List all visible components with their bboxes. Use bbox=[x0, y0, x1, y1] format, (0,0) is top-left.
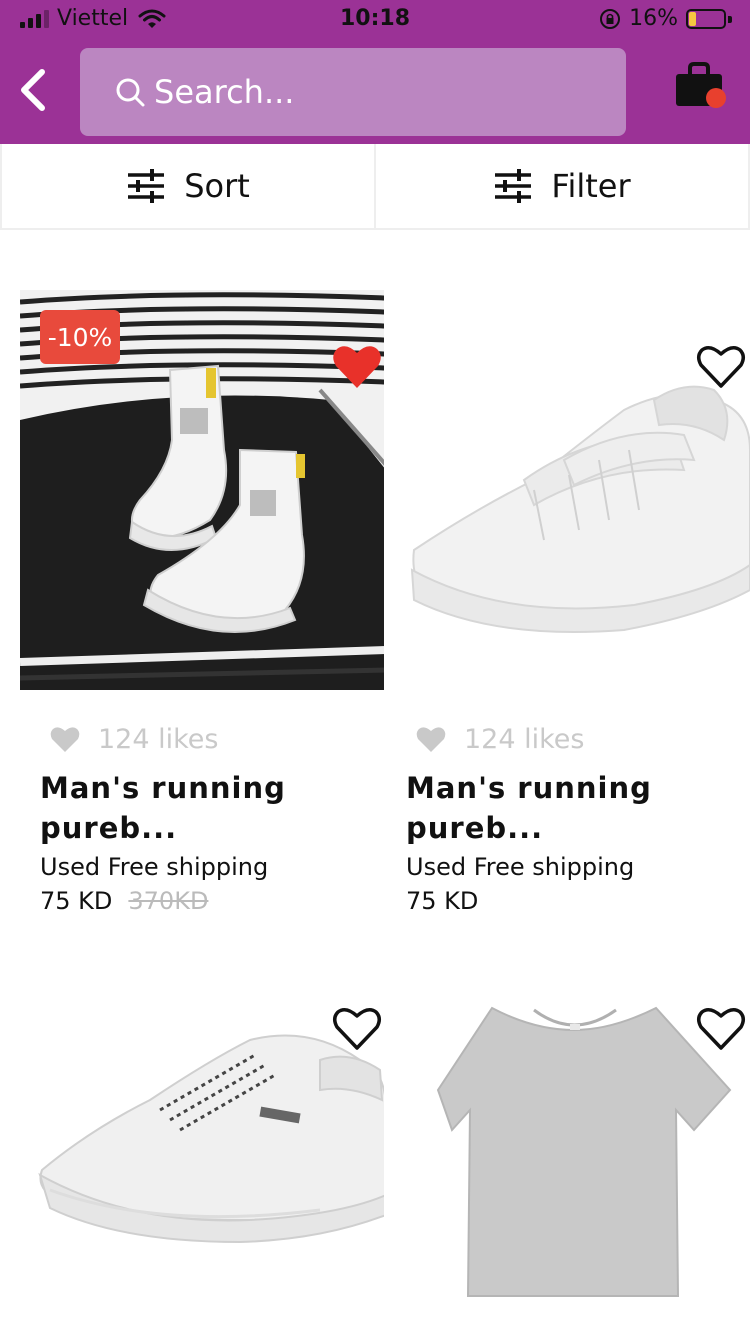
heart-outline-icon bbox=[697, 1008, 745, 1050]
heart-outline-icon bbox=[333, 1008, 381, 1050]
favorite-button[interactable] bbox=[696, 1006, 746, 1052]
product-title[interactable]: Man's running pureb... bbox=[406, 768, 706, 848]
sliders-icon bbox=[495, 169, 532, 203]
chevron-left-icon bbox=[21, 69, 45, 111]
likes-row: 124 likes bbox=[50, 722, 386, 756]
rotation-lock-icon bbox=[600, 8, 621, 29]
favorite-button[interactable] bbox=[332, 344, 382, 390]
likes-count: 124 likes bbox=[98, 723, 219, 755]
filter-label: Filter bbox=[551, 167, 631, 205]
likes-row: 124 likes bbox=[416, 722, 750, 756]
discount-badge: -10% bbox=[40, 310, 120, 364]
sort-label: Sort bbox=[184, 167, 250, 205]
shopping-bag-icon bbox=[676, 62, 726, 108]
original-price: 370KD bbox=[128, 887, 209, 915]
price-row: 75 KD 370KD bbox=[40, 884, 386, 918]
search-bar[interactable] bbox=[80, 48, 626, 136]
battery-icon bbox=[686, 8, 732, 30]
sliders-icon bbox=[128, 169, 165, 203]
current-price: 75 KD bbox=[406, 887, 479, 915]
favorite-button[interactable] bbox=[696, 344, 746, 390]
current-price: 75 KD bbox=[40, 887, 113, 915]
heart-icon bbox=[416, 727, 446, 752]
price-row: 75 KD bbox=[406, 884, 750, 918]
wifi-icon bbox=[138, 9, 166, 28]
carrier-name: Viettel bbox=[57, 6, 129, 31]
app-header: Viettel 10:18 16% bbox=[0, 0, 750, 144]
heart-icon bbox=[50, 727, 80, 752]
battery-group: 16% bbox=[599, 6, 732, 31]
signal-icon bbox=[20, 9, 49, 28]
sort-filter-bar: Sort Filter bbox=[0, 144, 750, 230]
sort-button[interactable]: Sort bbox=[0, 144, 375, 228]
battery-percent: 16% bbox=[629, 6, 678, 31]
product-title[interactable]: Man's running pureb... bbox=[40, 768, 340, 848]
shipping-info: Used Free shipping bbox=[40, 853, 269, 881]
heart-outline-icon bbox=[697, 346, 745, 388]
back-button[interactable] bbox=[10, 62, 54, 118]
product-meta: 124 likes Man's running pureb... Used Fr… bbox=[40, 722, 386, 918]
shipping-info: Used Free shipping bbox=[406, 853, 635, 881]
heart-filled-icon bbox=[333, 346, 381, 388]
likes-count: 124 likes bbox=[464, 723, 585, 755]
carrier-group: Viettel bbox=[20, 6, 166, 31]
search-icon bbox=[116, 78, 145, 107]
cart-badge bbox=[706, 88, 726, 108]
cart-button[interactable] bbox=[672, 62, 730, 112]
status-bar: Viettel 10:18 16% bbox=[0, 0, 750, 40]
filter-button[interactable]: Filter bbox=[375, 144, 750, 228]
favorite-button[interactable] bbox=[332, 1006, 382, 1052]
search-input[interactable] bbox=[154, 73, 594, 111]
product-meta: 124 likes Man's running pureb... Used Fr… bbox=[406, 722, 750, 918]
